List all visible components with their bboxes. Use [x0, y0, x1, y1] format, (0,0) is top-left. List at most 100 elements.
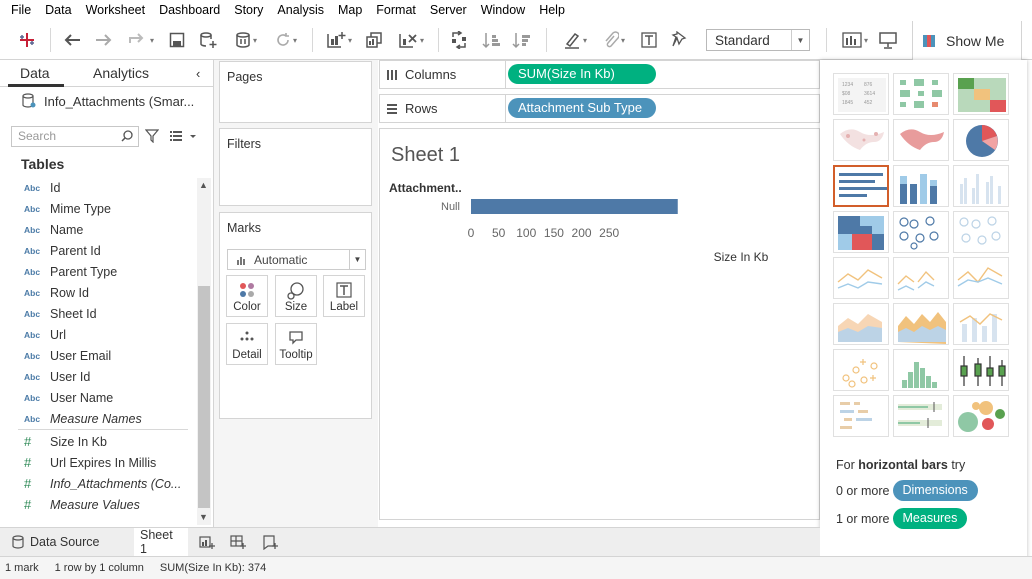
- filter-icon[interactable]: [145, 129, 159, 143]
- collapse-pane-icon[interactable]: ‹: [196, 60, 200, 87]
- replay-icon[interactable]: ▾: [122, 28, 160, 52]
- chart-type-area-discrete[interactable]: [893, 303, 949, 345]
- new-story-tab-icon[interactable]: [256, 528, 284, 556]
- columns-shelf[interactable]: Columns SUM(Size In Kb): [379, 60, 820, 89]
- rows-pill[interactable]: Attachment Sub Type: [508, 98, 656, 118]
- chart-type-scatter-plot[interactable]: [833, 349, 889, 391]
- scroll-down-icon[interactable]: ▼: [199, 512, 208, 522]
- field-sheet-id[interactable]: Abc Sheet Id: [24, 303, 97, 324]
- save-icon[interactable]: [166, 28, 188, 52]
- chart-type-histogram[interactable]: [893, 349, 949, 391]
- detail-button[interactable]: Detail: [226, 323, 268, 365]
- pause-updates-icon[interactable]: ▾: [228, 28, 264, 52]
- chart-type-heat-map[interactable]: [893, 73, 949, 115]
- duplicate-sheet-icon[interactable]: [362, 28, 386, 52]
- filters-card[interactable]: Filters: [219, 128, 372, 206]
- tab-sheet-1[interactable]: Sheet 1: [134, 528, 188, 556]
- new-dashboard-tab-icon[interactable]: [224, 528, 252, 556]
- group-members-icon[interactable]: ▾: [596, 28, 632, 52]
- chart-type-side-by-side-circles[interactable]: [953, 211, 1009, 253]
- search-input[interactable]: Search: [11, 126, 139, 147]
- rows-shelf[interactable]: Rows Attachment Sub Type: [379, 94, 820, 123]
- chart-type-text-table[interactable]: 1234 876 $08 3614 1845 452: [833, 73, 889, 115]
- field-mime-type[interactable]: Abc Mime Type: [24, 198, 111, 219]
- menu-window[interactable]: Window: [474, 0, 532, 20]
- label-button[interactable]: Label: [323, 275, 365, 317]
- field-name[interactable]: Abc Name: [24, 219, 83, 240]
- chart-type-pie-chart[interactable]: [953, 119, 1009, 161]
- x-axis-title[interactable]: Size In Kb: [714, 250, 769, 264]
- show-mark-labels-icon[interactable]: [638, 28, 660, 52]
- field-user-email[interactable]: Abc User Email: [24, 345, 111, 366]
- new-worksheet-icon[interactable]: ▾: [320, 28, 358, 52]
- show-me-tab[interactable]: Show Me: [912, 21, 1022, 60]
- chart-type-horizontal-bars[interactable]: [833, 165, 889, 207]
- swap-rows-columns-icon[interactable]: [448, 28, 470, 52]
- chart-type-gantt-chart[interactable]: [833, 395, 889, 437]
- view-options-icon[interactable]: [170, 130, 198, 142]
- menu-map[interactable]: Map: [331, 0, 369, 20]
- refresh-icon[interactable]: ▾: [268, 28, 304, 52]
- chart-type-treemap[interactable]: [833, 211, 889, 253]
- new-datasource-icon[interactable]: [196, 28, 220, 52]
- sort-descending-icon[interactable]: [510, 28, 534, 52]
- mark-type-dropdown[interactable]: Automatic ▼: [227, 249, 366, 270]
- new-worksheet-tab-icon[interactable]: [193, 528, 221, 556]
- fields-scrollbar[interactable]: ▲ ▼: [197, 178, 211, 525]
- menu-help[interactable]: Help: [532, 0, 572, 20]
- menu-data[interactable]: Data: [38, 0, 78, 20]
- menu-file[interactable]: File: [4, 0, 38, 20]
- field-url[interactable]: Abc Url: [24, 324, 66, 345]
- chart-type-symbol-map[interactable]: [833, 119, 889, 161]
- scroll-up-icon[interactable]: ▲: [199, 180, 208, 190]
- field-id[interactable]: Abc Id: [24, 177, 60, 198]
- viz-canvas[interactable]: Sheet 1 Attachment.. Null 0 50 100 150 200 25…: [379, 128, 820, 520]
- chart-type-continuous-lines[interactable]: [833, 257, 889, 299]
- menu-story[interactable]: Story: [227, 0, 270, 20]
- field-user-id[interactable]: Abc User Id: [24, 366, 90, 387]
- field-size-in-kb[interactable]: # Size In Kb: [24, 431, 107, 452]
- field-user-name[interactable]: Abc User Name: [24, 387, 113, 408]
- tab-data[interactable]: Data: [8, 60, 64, 87]
- tab-analytics[interactable]: Analytics: [93, 60, 149, 87]
- show-cards-icon[interactable]: ▾: [836, 28, 874, 52]
- chart-type-stacked-bars[interactable]: [893, 165, 949, 207]
- columns-pill[interactable]: SUM(Size In Kb): [508, 64, 656, 84]
- field-row-id[interactable]: Abc Row Id: [24, 282, 89, 303]
- sort-ascending-icon[interactable]: [480, 28, 504, 52]
- field-measure-names[interactable]: Abc Measure Names: [24, 408, 142, 429]
- chart-type-highlight-table[interactable]: [953, 73, 1009, 115]
- menu-format[interactable]: Format: [369, 0, 423, 20]
- fit-dropdown[interactable]: Standard ▼: [706, 29, 810, 51]
- tableau-logo-icon[interactable]: [14, 28, 40, 52]
- presentation-mode-icon[interactable]: [876, 28, 900, 52]
- field-measure-values[interactable]: # Measure Values: [24, 494, 140, 515]
- field-parent-id[interactable]: Abc Parent Id: [24, 240, 101, 261]
- chart-type-filled-map[interactable]: [893, 119, 949, 161]
- pages-card[interactable]: Pages: [219, 61, 372, 123]
- chart-type-packed-bubbles[interactable]: [953, 395, 1009, 437]
- menu-worksheet[interactable]: Worksheet: [79, 0, 153, 20]
- undo-icon[interactable]: [60, 28, 84, 52]
- pin-axes-icon[interactable]: [668, 28, 690, 52]
- field-record-count[interactable]: # Info_Attachments (Co...: [24, 473, 181, 494]
- scrollbar-thumb[interactable]: [198, 286, 210, 508]
- chart-type-box-and-whisker[interactable]: [953, 349, 1009, 391]
- field-url-expires[interactable]: # Url Expires In Millis: [24, 452, 156, 473]
- size-button[interactable]: Size: [275, 275, 317, 317]
- chart-type-dual-combination[interactable]: [953, 303, 1009, 345]
- datasource-item[interactable]: Info_Attachments (Smar...: [22, 93, 194, 109]
- chart-type-bullet-graph[interactable]: [893, 395, 949, 437]
- menu-analysis[interactable]: Analysis: [270, 0, 331, 20]
- tooltip-button[interactable]: Tooltip: [275, 323, 317, 365]
- redo-icon[interactable]: [92, 28, 116, 52]
- chart-type-discrete-lines[interactable]: [893, 257, 949, 299]
- tab-data-source[interactable]: Data Source: [6, 528, 105, 556]
- clear-sheet-icon[interactable]: ▾: [392, 28, 430, 52]
- chart-type-dual-lines[interactable]: [953, 257, 1009, 299]
- chart-type-circle-view[interactable]: [893, 211, 949, 253]
- color-button[interactable]: Color: [226, 275, 268, 317]
- chart-type-side-by-side-bars[interactable]: [953, 165, 1009, 207]
- chart-type-area-continuous[interactable]: [833, 303, 889, 345]
- menu-dashboard[interactable]: Dashboard: [152, 0, 227, 20]
